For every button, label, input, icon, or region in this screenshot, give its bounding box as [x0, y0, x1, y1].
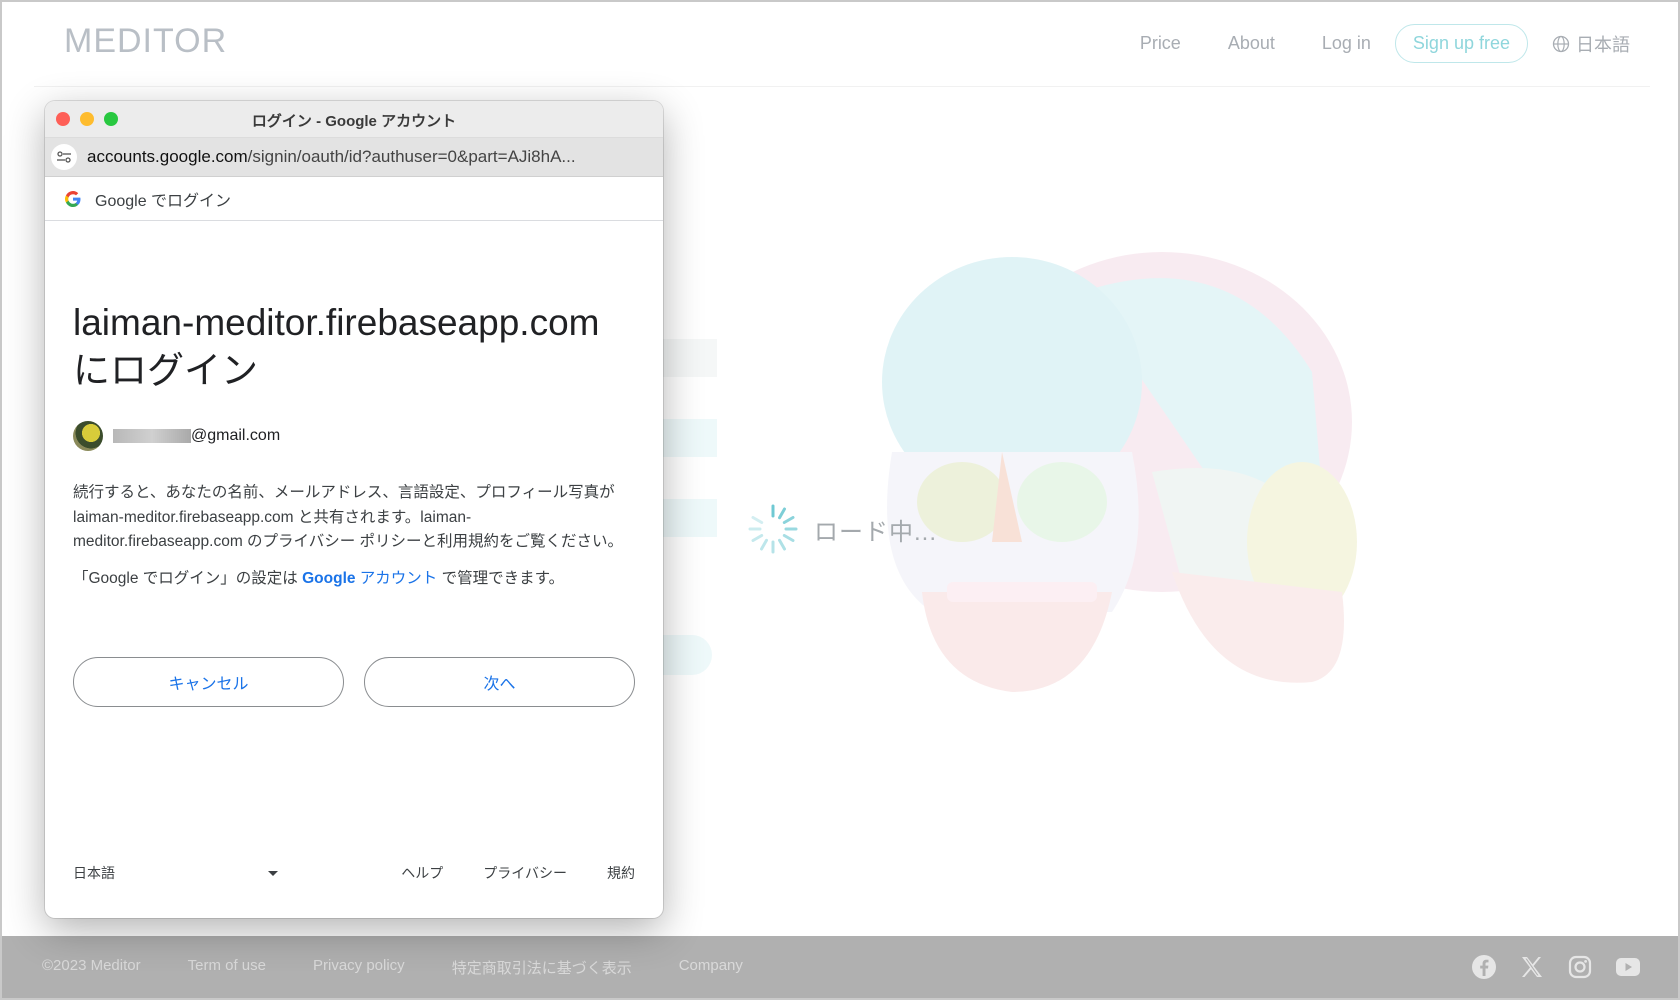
redacted-email-prefix: [113, 429, 191, 443]
spinner-icon: [748, 504, 798, 554]
google-signin-popup: ログイン - Google アカウント accounts.google.com/…: [45, 101, 663, 918]
google-link-text: Google: [302, 569, 356, 587]
globe-icon: [1552, 35, 1570, 52]
avatar: [73, 421, 103, 451]
email-suffix: @gmail.com: [191, 427, 281, 444]
loading-indicator: ロード中...: [746, 502, 937, 556]
header-divider: [34, 86, 1650, 87]
consent-description: 続行すると、あなたの名前、メールアドレス、言語設定、プロフィール写真が laim…: [73, 484, 624, 550]
signin-content: laiman-meditor.firebaseapp.com にログイン @gm…: [45, 299, 663, 707]
google-signin-bar: Google でログイン: [45, 177, 663, 221]
x-icon[interactable]: [1518, 953, 1546, 981]
google-account-link[interactable]: Google アカウント: [302, 570, 437, 587]
account-chip: @gmail.com: [73, 421, 635, 451]
popup-footer: 日本語 ヘルプ プライバシー 規約: [73, 863, 635, 883]
nav-login-link[interactable]: Log in: [1322, 33, 1371, 54]
privacy-link[interactable]: プライバシー: [483, 863, 567, 883]
placeholder-block: [657, 419, 717, 457]
url-domain: accounts.google.com: [87, 147, 248, 166]
manage-prefix: 「Google でログイン」の設定は: [73, 569, 303, 587]
manage-settings-text: 「Google でログイン」の設定は Google アカウント で管理できます。: [73, 566, 635, 588]
skull-illustration: [882, 252, 1357, 692]
help-link[interactable]: ヘルプ: [401, 863, 443, 883]
next-button[interactable]: 次へ: [364, 656, 635, 707]
manage-suffix: で管理できます。: [437, 569, 565, 587]
footer-terms-link[interactable]: Term of use: [188, 957, 266, 978]
language-select-value: 日本語: [73, 865, 115, 881]
placeholder-block: [657, 339, 717, 377]
facebook-icon[interactable]: [1470, 953, 1498, 981]
placeholder-block: [657, 499, 717, 537]
site-settings-icon[interactable]: [51, 144, 77, 170]
chevron-down-icon: [268, 870, 278, 876]
language-select[interactable]: 日本語: [73, 863, 278, 883]
google-g-icon: [65, 190, 81, 207]
signup-button[interactable]: Sign up free: [1394, 24, 1528, 63]
url-path: /signin/oauth/id?authuser=0&part=AJi8hA.…: [247, 147, 576, 166]
instagram-icon[interactable]: [1566, 953, 1594, 981]
nav-price-link[interactable]: Price: [1140, 33, 1181, 54]
browser-frame: MEDITOR Price About Log in Sign up free …: [0, 0, 1680, 1000]
language-switcher[interactable]: 日本語: [1552, 31, 1630, 57]
google-signin-label: Google でログイン: [95, 192, 232, 210]
popup-url-bar[interactable]: accounts.google.com/signin/oauth/id?auth…: [45, 138, 663, 177]
language-label: 日本語: [1576, 34, 1630, 55]
footer-privacy-link[interactable]: Privacy policy: [313, 957, 405, 978]
signin-heading: laiman-meditor.firebaseapp.com にログイン: [73, 302, 600, 391]
popup-titlebar[interactable]: ログイン - Google アカウント: [45, 101, 663, 138]
site-footer: ©2023 Meditor Term of use Privacy policy…: [2, 936, 1678, 998]
popup-url: accounts.google.com/signin/oauth/id?auth…: [87, 147, 576, 167]
popup-window-title: ログイン - Google アカウント: [251, 113, 457, 130]
youtube-icon[interactable]: [1614, 953, 1642, 981]
meditor-logo[interactable]: MEDITOR: [64, 22, 227, 61]
nav-about-link[interactable]: About: [1228, 33, 1275, 54]
loading-text: ロード中...: [814, 518, 938, 546]
account-link-text: アカウント: [355, 569, 438, 587]
placeholder-button: [657, 635, 712, 675]
footer-commerce-link[interactable]: 特定商取引法に基づく表示: [452, 957, 632, 978]
terms-link[interactable]: 規約: [607, 863, 635, 883]
site-header: MEDITOR Price About Log in Sign up free …: [2, 2, 1678, 86]
cancel-button[interactable]: キャンセル: [73, 656, 344, 707]
main-nav: Price About Log in Sign up free 日本語: [1093, 24, 1630, 63]
footer-copyright: ©2023 Meditor: [42, 956, 141, 974]
footer-company-link[interactable]: Company: [679, 957, 743, 978]
